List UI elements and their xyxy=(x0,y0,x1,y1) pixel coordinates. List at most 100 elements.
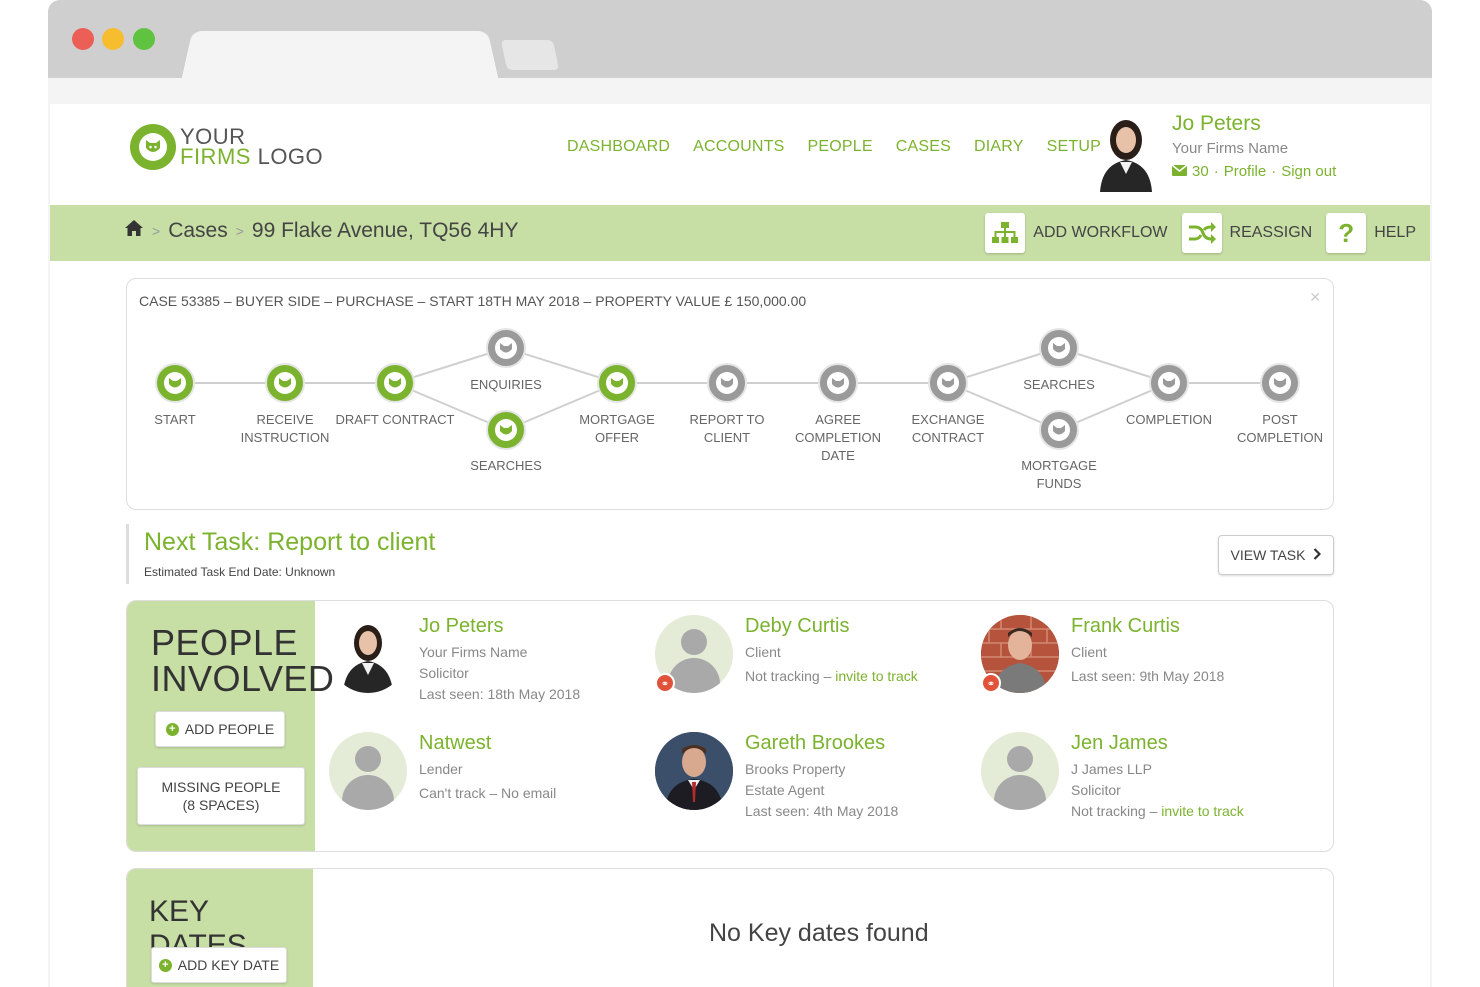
view-task-button[interactable]: VIEW TASK xyxy=(1218,535,1334,575)
page: YOUR FIRMS LOGO DASHBOARD ACCOUNTS PEOPL… xyxy=(50,104,1430,987)
invite-to-track-link[interactable]: invite to track xyxy=(835,668,917,684)
tracking-text: Not tracking – xyxy=(1071,803,1162,819)
add-key-date-label: ADD KEY DATE xyxy=(177,957,280,973)
workflow-step-label: RECEIVE INSTRUCTION xyxy=(240,412,330,445)
user-panel: Jo Peters Your Firms Name 30 · Profile ·… xyxy=(1094,112,1336,192)
user-name[interactable]: Jo Peters xyxy=(1172,112,1336,136)
workflow-step-label: SEARCHES xyxy=(1023,377,1095,392)
avatar-wrap: ⚭ xyxy=(655,615,733,693)
person-card[interactable]: Jen James J James LLP Solicitor Not trac… xyxy=(981,732,1244,822)
profile-link[interactable]: Profile xyxy=(1224,163,1267,180)
add-workflow-label: ADD WORKFLOW xyxy=(1033,224,1168,241)
close-window-dot[interactable] xyxy=(72,28,94,50)
add-workflow-button[interactable]: ADD WORKFLOW xyxy=(985,213,1168,253)
question-icon: ? xyxy=(1326,213,1367,253)
next-task-divider xyxy=(126,524,129,584)
person-card[interactable]: Gareth Brookes Brooks Property Estate Ag… xyxy=(655,732,898,822)
people-sidebar: PEOPLE INVOLVED + ADD PEOPLE MISSING PEO… xyxy=(127,601,334,851)
workflow-step-label: AGREE COMPLETION DATE xyxy=(795,412,881,463)
maximize-window-dot[interactable] xyxy=(133,28,155,50)
chevron-right-icon: > xyxy=(235,223,244,239)
breadcrumb-bar: > Cases > 99 Flake Avenue, TQ56 4HY ADD … xyxy=(50,205,1430,261)
person-detail: Solicitor xyxy=(1071,782,1121,798)
person-name[interactable]: Frank Curtis xyxy=(1071,615,1224,638)
person-card[interactable]: Jo Peters Your Firms Name Solicitor Last… xyxy=(329,615,580,705)
avatar xyxy=(329,732,407,810)
envelope-icon[interactable] xyxy=(1171,163,1188,180)
person-card[interactable]: ⚭ Deby Curtis Client Not tracking – invi… xyxy=(655,615,918,693)
add-people-label: ADD PEOPLE xyxy=(184,721,275,737)
workflow-step-node[interactable] xyxy=(818,363,858,403)
key-dates-sidebar: KEY DATES + ADD KEY DATE xyxy=(127,869,313,987)
nav-accounts[interactable]: ACCOUNTS xyxy=(693,138,784,156)
workflow-step-node[interactable] xyxy=(486,410,526,450)
firm-logo[interactable]: YOUR FIRMS LOGO xyxy=(130,124,323,170)
nav-setup[interactable]: SETUP xyxy=(1047,138,1101,156)
person-info: Jo Peters Your Firms Name Solicitor Last… xyxy=(419,615,580,705)
person-info: Jen James J James LLP Solicitor Not trac… xyxy=(1071,732,1244,822)
workflow-step-node[interactable] xyxy=(155,363,195,403)
person-name[interactable]: Deby Curtis xyxy=(745,615,918,638)
nav-cases[interactable]: CASES xyxy=(896,138,951,156)
signout-link[interactable]: Sign out xyxy=(1281,163,1336,180)
person-name[interactable]: Jen James xyxy=(1071,732,1244,755)
tracking-status: Not tracking – invite to track xyxy=(745,666,918,687)
next-task-prefix: Next Task: xyxy=(144,528,261,556)
workflow-step-node[interactable] xyxy=(486,328,526,368)
user-firm: Your Firms Name xyxy=(1172,140,1289,157)
logo-line2a: FIRMS xyxy=(180,144,251,169)
workflow-step-node[interactable] xyxy=(1149,363,1189,403)
workflow-step-node[interactable] xyxy=(265,363,305,403)
home-icon[interactable] xyxy=(124,219,144,243)
workflow-step-node[interactable] xyxy=(928,363,968,403)
logo-text: YOUR FIRMS LOGO xyxy=(180,126,323,169)
workflow-step-node[interactable] xyxy=(375,363,415,403)
key-dates-panel: KEY DATES + ADD KEY DATE No Key dates fo… xyxy=(126,868,1334,987)
help-label: HELP xyxy=(1374,224,1416,241)
nav-people[interactable]: PEOPLE xyxy=(808,138,873,156)
missing-people-label: MISSING PEOPLE xyxy=(161,779,281,795)
people-title-line2: INVOLVED xyxy=(151,658,335,699)
person-detail: Lender xyxy=(419,761,463,777)
browser-tab[interactable] xyxy=(180,31,500,86)
new-tab-button[interactable] xyxy=(500,40,560,70)
person-card[interactable]: Natwest Lender Can't track – No email xyxy=(329,732,556,810)
workflow-step-label: REPORT TO CLIENT xyxy=(689,412,765,445)
person-detail: Last seen: 4th May 2018 xyxy=(745,803,899,819)
reassign-button[interactable]: REASSIGN xyxy=(1181,213,1312,253)
plus-icon: + xyxy=(165,722,179,736)
plus-icon: + xyxy=(158,958,172,972)
workflow-step-node[interactable] xyxy=(1260,363,1300,403)
person-name[interactable]: Gareth Brookes xyxy=(745,732,898,755)
user-links: 30 · Profile · Sign out xyxy=(1171,163,1336,180)
add-key-date-button[interactable]: + ADD KEY DATE xyxy=(151,947,287,983)
person-card[interactable]: ⚭ Frank Curtis Client Last seen: 9th May… xyxy=(981,615,1224,693)
person-info: Frank Curtis Client Last seen: 9th May 2… xyxy=(1071,615,1224,693)
message-count[interactable]: 30 xyxy=(1192,163,1209,180)
person-detail: Brooks Property xyxy=(745,761,846,777)
workflow-step-node[interactable] xyxy=(1039,410,1079,450)
minimize-window-dot[interactable] xyxy=(102,28,124,50)
workflow-step-label: DRAFT CONTRACT xyxy=(335,412,455,427)
person-name[interactable]: Jo Peters xyxy=(419,615,580,638)
workflow-step-node[interactable] xyxy=(707,363,747,403)
workflow-step-node[interactable] xyxy=(1039,328,1079,368)
add-people-button[interactable]: + ADD PEOPLE xyxy=(155,711,285,747)
missing-people-button[interactable]: MISSING PEOPLE (8 SPACES) xyxy=(137,767,305,825)
person-info: Natwest Lender Can't track – No email xyxy=(419,732,556,810)
invite-to-track-link[interactable]: invite to track xyxy=(1161,803,1243,819)
breadcrumb-cases[interactable]: Cases xyxy=(168,219,228,243)
help-button[interactable]: ? HELP xyxy=(1326,213,1416,253)
person-detail: Can't track – No email xyxy=(419,785,557,801)
tracking-text: Not tracking – xyxy=(745,668,836,684)
key-dates-empty-message: No Key dates found xyxy=(709,919,929,947)
person-detail: Last seen: 18th May 2018 xyxy=(419,686,581,702)
workflow-step-node[interactable] xyxy=(597,363,637,403)
next-task: Next Task: Report to client Estimated Ta… xyxy=(126,524,1334,586)
user-avatar[interactable] xyxy=(1094,112,1158,192)
nav-dashboard[interactable]: DASHBOARD xyxy=(567,138,670,156)
person-info: Deby Curtis Client Not tracking – invite… xyxy=(745,615,918,693)
nav-diary[interactable]: DIARY xyxy=(974,138,1024,156)
missing-people-count: (8 SPACES) xyxy=(182,797,260,813)
person-name[interactable]: Natwest xyxy=(419,732,556,755)
